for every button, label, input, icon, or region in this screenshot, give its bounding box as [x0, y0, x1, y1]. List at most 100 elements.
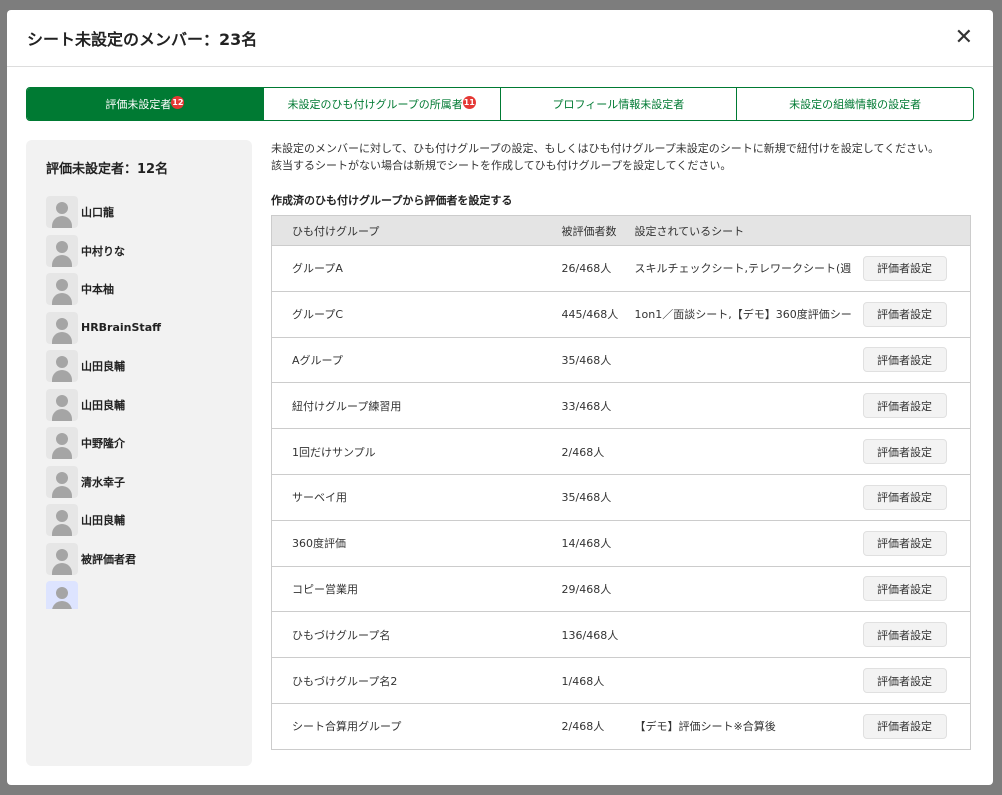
tab-unassigned-group-members[interactable]: 未設定のひも付けグループの所属者11: [263, 88, 500, 120]
header-group: ひも付けグループ: [272, 216, 562, 246]
unassigned-members-modal: シート未設定のメンバー：23名 ✕ 評価未設定者12 未設定のひも付けグループの…: [7, 10, 993, 785]
group-name: グループA: [272, 246, 562, 292]
member-item[interactable]: 中野隆介: [46, 424, 232, 463]
avatar-icon: [46, 350, 78, 382]
member-item[interactable]: 清水幸子: [46, 463, 232, 502]
table-row: グループC445/468人1on1／面談シート,【デモ】360度評価シート評価者…: [272, 291, 971, 337]
avatar-icon: [46, 543, 78, 575]
count-badge: 12: [171, 96, 184, 109]
evaluatee-count: 2/468人: [562, 703, 635, 749]
evaluatee-count: 136/468人: [562, 612, 635, 658]
avatar-icon: [46, 235, 78, 267]
assigned-sheets: 【デモ】評価シート※合算後: [635, 718, 851, 734]
evaluatee-count: 14/468人: [562, 520, 635, 566]
set-evaluator-button[interactable]: 評価者設定: [863, 302, 947, 327]
group-name: 1回だけサンプル: [272, 429, 562, 475]
member-name: 清水幸子: [81, 474, 125, 490]
group-name: ひもづけグループ名2: [272, 658, 562, 704]
table-row: ひもづけグループ名21/468人 評価者設定: [272, 658, 971, 704]
table-header: ひも付けグループ 被評価者数 設定されているシート: [272, 216, 971, 246]
member-item[interactable]: 山田良輔: [46, 347, 232, 386]
tab-organization-unset[interactable]: 未設定の組織情報の設定者: [736, 88, 973, 120]
close-icon[interactable]: ✕: [955, 27, 973, 49]
avatar-icon: [46, 389, 78, 421]
set-evaluator-button[interactable]: 評価者設定: [863, 668, 947, 693]
set-evaluator-button[interactable]: 評価者設定: [863, 576, 947, 601]
evaluatee-count: 1/468人: [562, 658, 635, 704]
member-name: 中野隆介: [81, 435, 125, 451]
table-row: コピー営業用29/468人評価者設定: [272, 566, 971, 612]
member-item[interactable]: [46, 578, 232, 609]
member-item[interactable]: 中本柚: [46, 270, 232, 309]
tab-unassigned-evaluator[interactable]: 評価未設定者12: [27, 88, 263, 120]
member-panel-heading: 評価未設定者：12名: [46, 158, 232, 177]
member-item[interactable]: 山田良輔: [46, 501, 232, 540]
member-panel: 評価未設定者：12名 山口龍中村りな中本柚HRBrainStaff山田良輔山田良…: [26, 140, 252, 766]
evaluatee-count: 35/468人: [562, 474, 635, 520]
member-item[interactable]: 山口龍: [46, 193, 232, 232]
member-item[interactable]: HRBrainStaff: [46, 309, 232, 348]
avatar-icon: [46, 504, 78, 536]
member-name: 中村りな: [81, 243, 125, 259]
member-name: 山田良輔: [81, 397, 125, 413]
set-evaluator-button[interactable]: 評価者設定: [863, 439, 947, 464]
set-evaluator-button[interactable]: 評価者設定: [863, 531, 947, 556]
tab-bar: 評価未設定者12 未設定のひも付けグループの所属者11 プロフィール情報未設定者…: [26, 87, 974, 121]
assigned-sheets: 1on1／面談シート,【デモ】360度評価シート: [635, 306, 851, 322]
group-name: Aグループ: [272, 337, 562, 383]
header-action: [863, 216, 971, 246]
member-name: 被評価者君: [81, 551, 136, 567]
group-name: ひもづけグループ名: [272, 612, 562, 658]
member-name: 山口龍: [81, 204, 114, 220]
evaluatee-count: 26/468人: [562, 246, 635, 292]
avatar-icon: [46, 312, 78, 344]
header-sheets: 設定されているシート: [635, 216, 863, 246]
group-name: コピー営業用: [272, 566, 562, 612]
set-evaluator-button[interactable]: 評価者設定: [863, 622, 947, 647]
member-list[interactable]: 山口龍中村りな中本柚HRBrainStaff山田良輔山田良輔中野隆介清水幸子山田…: [46, 193, 232, 609]
avatar-icon: [46, 427, 78, 459]
set-evaluator-button[interactable]: 評価者設定: [863, 347, 947, 372]
evaluatee-count: 35/468人: [562, 337, 635, 383]
group-name: サーベイ用: [272, 474, 562, 520]
member-item[interactable]: 中村りな: [46, 232, 232, 271]
group-name: グループC: [272, 291, 562, 337]
group-table: ひも付けグループ 被評価者数 設定されているシート グループA26/468人スキ…: [271, 215, 971, 750]
group-name: 360度評価: [272, 520, 562, 566]
group-panel: 未設定のメンバーに対して、ひも付けグループの設定、もしくはひも付けグループ未設定…: [271, 140, 971, 750]
member-name: 山田良輔: [81, 512, 125, 528]
description: 未設定のメンバーに対して、ひも付けグループの設定、もしくはひも付けグループ未設定…: [271, 140, 971, 174]
tab-label: 評価未設定者: [105, 96, 171, 112]
description-line: 未設定のメンバーに対して、ひも付けグループの設定、もしくはひも付けグループ未設定…: [271, 142, 939, 155]
table-row: ひもづけグループ名136/468人 評価者設定: [272, 612, 971, 658]
count-badge: 11: [463, 96, 476, 109]
avatar-icon: [46, 466, 78, 498]
member-item[interactable]: 山田良輔: [46, 386, 232, 425]
tab-profile-unset[interactable]: プロフィール情報未設定者: [500, 88, 737, 120]
table-row: シート合算用グループ2/468人【デモ】評価シート※合算後評価者設定: [272, 703, 971, 749]
set-evaluator-button[interactable]: 評価者設定: [863, 714, 947, 739]
modal-title: シート未設定のメンバー：23名: [27, 26, 257, 50]
table-row: グループA26/468人スキルチェックシート,テレワークシート(週評価者設定: [272, 246, 971, 292]
table-row: 360度評価14/468人 評価者設定: [272, 520, 971, 566]
tab-label: 未設定のひも付けグループの所属者: [287, 96, 462, 112]
set-evaluator-button[interactable]: 評価者設定: [863, 256, 947, 281]
avatar-icon: [46, 196, 78, 228]
header-count: 被評価者数: [562, 216, 635, 246]
group-name: シート合算用グループ: [272, 703, 562, 749]
avatar-icon: [46, 273, 78, 305]
tab-label: 未設定の組織情報の設定者: [789, 96, 921, 112]
evaluatee-count: 445/468人: [562, 291, 635, 337]
evaluatee-count: 2/468人: [562, 429, 635, 475]
modal-header: シート未設定のメンバー：23名 ✕: [7, 10, 993, 67]
member-item[interactable]: 被評価者君: [46, 540, 232, 579]
set-evaluator-button[interactable]: 評価者設定: [863, 485, 947, 510]
description-line: 該当するシートがない場合は新規でシートを作成してひも付けグループを設定してくださ…: [271, 159, 731, 172]
set-evaluator-button[interactable]: 評価者設定: [863, 393, 947, 418]
table-row: 1回だけサンプル2/468人 評価者設定: [272, 429, 971, 475]
member-name: 山田良輔: [81, 358, 125, 374]
tab-label: プロフィール情報未設定者: [552, 96, 684, 112]
table-row: サーベイ用35/468人 評価者設定: [272, 474, 971, 520]
table-row: Aグループ35/468人 評価者設定: [272, 337, 971, 383]
member-name: HRBrainStaff: [81, 321, 161, 334]
